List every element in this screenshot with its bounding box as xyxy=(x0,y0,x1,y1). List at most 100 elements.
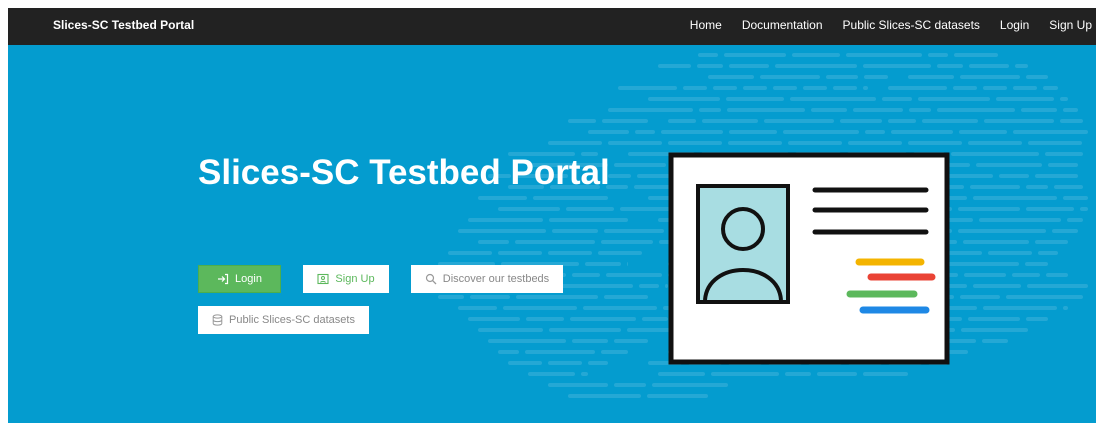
map-dash xyxy=(1015,64,1028,68)
map-dash xyxy=(908,75,954,79)
map-dash xyxy=(958,229,1046,233)
map-dash xyxy=(708,75,754,79)
nav-link-home[interactable]: Home xyxy=(680,8,732,42)
brand-link[interactable]: Slices-SC Testbed Portal xyxy=(53,8,194,42)
map-dash xyxy=(1060,97,1068,101)
map-dash xyxy=(963,240,1029,244)
map-dash xyxy=(724,53,786,57)
map-dash xyxy=(864,75,888,79)
map-dash xyxy=(585,262,621,266)
map-dash xyxy=(601,350,628,354)
map-dash xyxy=(468,317,520,321)
map-dash xyxy=(1080,207,1088,211)
map-dash xyxy=(999,174,1029,178)
map-dash xyxy=(488,339,566,343)
map-dash xyxy=(982,339,1008,343)
map-dash xyxy=(1035,174,1078,178)
map-dash xyxy=(698,53,718,57)
map-dash xyxy=(826,75,858,79)
map-dash xyxy=(783,130,859,134)
map-dash xyxy=(863,64,931,68)
map-dash xyxy=(448,251,492,255)
map-dash xyxy=(581,372,588,376)
map-dash xyxy=(817,372,857,376)
hero-title: Slices-SC Testbed Portal xyxy=(198,153,610,192)
discover-button-label: Discover our testbeds xyxy=(442,273,550,285)
map-dash xyxy=(961,328,1028,332)
map-dash xyxy=(891,130,953,134)
top-navbar: Slices-SC Testbed Portal Home Documentat… xyxy=(8,8,1096,45)
map-dash xyxy=(937,64,963,68)
map-dash xyxy=(882,97,912,101)
map-dash xyxy=(833,86,857,90)
map-dash xyxy=(1013,130,1088,134)
map-dash xyxy=(604,229,664,233)
hero-section: Slices-SC Testbed Portal Login Sign Up D… xyxy=(8,45,1096,423)
map-dash xyxy=(1026,207,1074,211)
map-dash xyxy=(960,295,1000,299)
map-dash xyxy=(983,306,1057,310)
map-dash xyxy=(792,53,840,57)
map-dash xyxy=(549,218,628,222)
map-dash xyxy=(588,361,608,365)
map-dash xyxy=(648,97,720,101)
nav-link-signup[interactable]: Sign Up xyxy=(1039,8,1092,42)
map-dash xyxy=(853,108,903,112)
map-dash xyxy=(683,86,707,90)
nav-link-public-datasets[interactable]: Public Slices-SC datasets xyxy=(833,8,990,42)
map-dash xyxy=(566,207,614,211)
map-dash xyxy=(1012,273,1040,277)
map-dash xyxy=(614,163,666,167)
map-dash xyxy=(1048,163,1078,167)
map-dash xyxy=(790,97,876,101)
map-dash xyxy=(604,295,648,299)
map-dash xyxy=(642,317,668,321)
signup-button[interactable]: Sign Up xyxy=(303,265,389,293)
map-dash xyxy=(668,119,696,123)
login-button[interactable]: Login xyxy=(198,265,281,293)
map-dash xyxy=(548,251,592,255)
map-dash xyxy=(988,251,1032,255)
map-dash xyxy=(606,273,662,277)
map-dash xyxy=(1026,75,1048,79)
map-dash xyxy=(848,141,902,145)
map-dash xyxy=(909,108,931,112)
map-dash xyxy=(954,53,998,57)
map-dash xyxy=(478,328,543,332)
public-datasets-button[interactable]: Public Slices-SC datasets xyxy=(198,306,369,334)
map-dash xyxy=(478,240,509,244)
map-dash xyxy=(1052,229,1078,233)
map-dash xyxy=(528,372,575,376)
map-dash xyxy=(1063,108,1078,112)
map-dash xyxy=(601,240,653,244)
map-dash xyxy=(608,108,693,112)
search-icon xyxy=(425,273,437,285)
map-dash xyxy=(498,207,560,211)
map-dash xyxy=(726,97,784,101)
map-dash xyxy=(960,75,1020,79)
map-dash xyxy=(996,97,1054,101)
datasets-button-label: Public Slices-SC datasets xyxy=(229,314,355,326)
nav-link-login[interactable]: Login xyxy=(990,8,1039,42)
map-dash xyxy=(438,295,464,299)
map-dash xyxy=(498,350,519,354)
login-button-label: Login xyxy=(235,273,262,285)
map-dash xyxy=(1060,119,1083,123)
map-dash xyxy=(458,306,497,310)
map-dash xyxy=(973,196,1057,200)
map-dash xyxy=(602,119,648,123)
map-dash xyxy=(984,119,1054,123)
map-dash xyxy=(729,130,777,134)
map-dash xyxy=(788,141,842,145)
map-dash xyxy=(697,64,723,68)
map-dash xyxy=(1045,152,1083,156)
nav-link-documentation[interactable]: Documentation xyxy=(732,8,833,42)
map-dash xyxy=(614,383,646,387)
map-dash xyxy=(865,130,885,134)
map-dash xyxy=(979,218,1061,222)
map-dash xyxy=(1021,108,1057,112)
map-dash xyxy=(811,108,847,112)
discover-testbeds-button[interactable]: Discover our testbeds xyxy=(411,265,563,293)
map-dash xyxy=(728,141,782,145)
map-dash xyxy=(699,108,721,112)
